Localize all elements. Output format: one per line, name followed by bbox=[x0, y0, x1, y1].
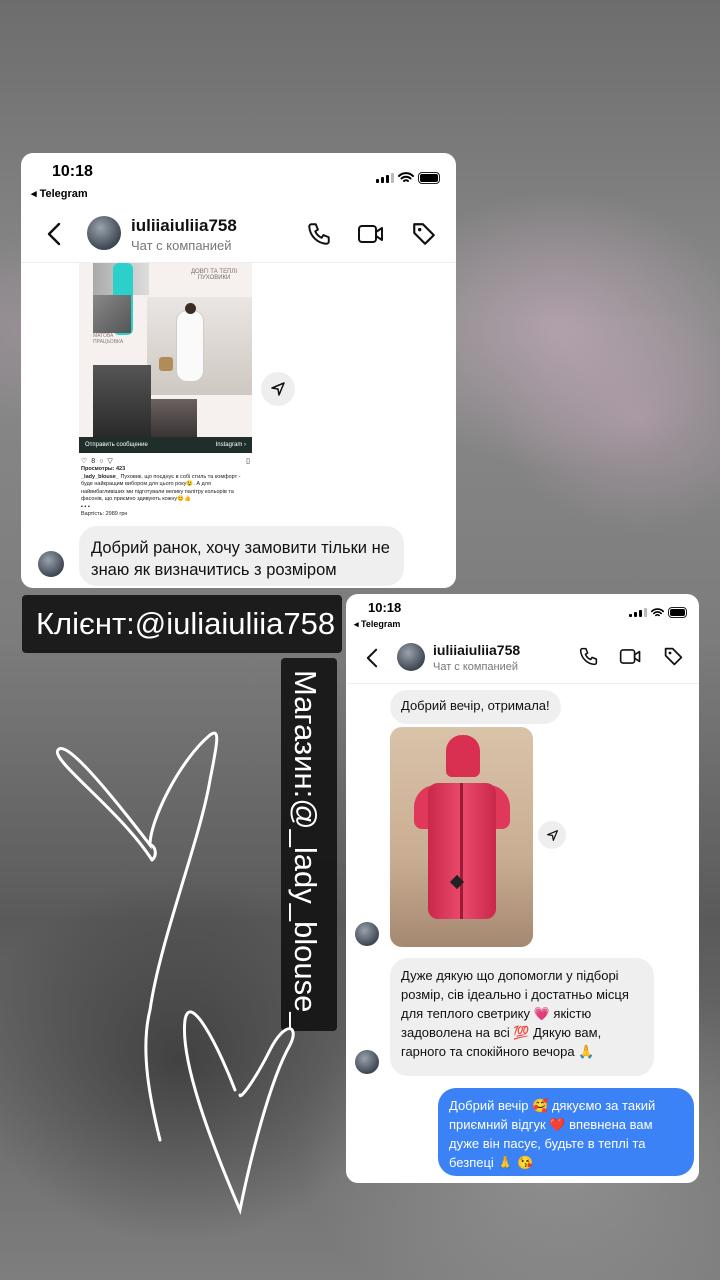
back-to-telegram-link[interactable]: ◂ Telegram bbox=[31, 187, 88, 200]
status-icons bbox=[629, 607, 687, 618]
post-tag: МАТОВА ПРАЦЬОВКА bbox=[93, 333, 124, 345]
send-bar-label: Отправить сообщение bbox=[85, 442, 148, 448]
chat-header: iuliiaiuliia758 Чат с компанией bbox=[346, 632, 699, 684]
post-photo-main bbox=[147, 297, 252, 395]
client-label: Клієнт:@iuliaiuliia758 bbox=[22, 595, 342, 653]
back-to-telegram-link[interactable]: ◂ Telegram bbox=[354, 619, 400, 630]
wifi-icon bbox=[651, 607, 664, 616]
heart-icon[interactable]: ♡ bbox=[81, 457, 87, 466]
signal-icon bbox=[629, 608, 647, 617]
contact-avatar[interactable] bbox=[87, 216, 121, 250]
post-heading: ДОВГІ ТА ТЕПЛІ ПУХОВИКИ bbox=[190, 269, 238, 281]
send-icon[interactable]: ▽ bbox=[107, 457, 112, 466]
reply-bubble: Добрий вечір 🥰 дякуємо за такий приємний… bbox=[438, 1088, 694, 1176]
chat-header: iuliiaiuliia758 Чат с компанией bbox=[21, 203, 456, 263]
message-avatar bbox=[38, 551, 64, 577]
caption-dots: ▪ ▪ ▪ bbox=[81, 503, 90, 510]
signal-icon bbox=[376, 173, 394, 183]
contact-name[interactable]: iuliiaiuliia758 bbox=[433, 642, 520, 658]
message-avatar bbox=[355, 1050, 379, 1074]
tag-icon[interactable] bbox=[663, 646, 684, 667]
video-call-icon[interactable] bbox=[619, 646, 642, 667]
likes-count: 8 bbox=[91, 458, 96, 465]
send-arrow-icon bbox=[546, 829, 558, 841]
message-avatar bbox=[355, 922, 379, 946]
message-bubble: Добрий ранок, хочу замовити тільки не зн… bbox=[79, 526, 404, 586]
battery-icon bbox=[418, 172, 440, 184]
tag-icon[interactable] bbox=[411, 221, 437, 247]
status-time: 10:18 bbox=[368, 600, 402, 615]
shared-post[interactable]: ДОВГІ ТА ТЕПЛІ ПУХОВИКИ МАТОВА ПРАЦЬОВКА… bbox=[79, 263, 252, 528]
hand-drawn-hearts-icon bbox=[56, 731, 295, 1216]
back-chevron-icon[interactable] bbox=[366, 648, 378, 668]
post-photo bbox=[93, 295, 131, 333]
battery-icon bbox=[668, 607, 687, 618]
post-photo bbox=[151, 399, 197, 437]
screenshot-shop-chat: 10:18 ◂ Telegram iuliiaiuliia758 Чат с к… bbox=[346, 594, 699, 1183]
caption-user[interactable]: _lady_blouse_ bbox=[81, 474, 119, 480]
contact-subtitle: Чат с компанией bbox=[131, 238, 232, 253]
send-bar-brand: Instagram bbox=[215, 442, 243, 448]
jacket-photo[interactable] bbox=[390, 727, 533, 947]
message-bubble: Добрий вечір, отримала! bbox=[390, 690, 561, 724]
status-icons bbox=[376, 172, 440, 184]
post-photo bbox=[93, 365, 151, 437]
wifi-icon bbox=[398, 172, 414, 182]
video-call-icon[interactable] bbox=[357, 221, 385, 247]
bookmark-icon[interactable]: ▯ bbox=[246, 457, 250, 466]
contact-avatar[interactable] bbox=[397, 643, 425, 671]
send-message-bar[interactable]: Отправить сообщение Instagram › bbox=[79, 437, 252, 453]
forward-button[interactable] bbox=[261, 372, 295, 406]
back-chevron-icon[interactable] bbox=[47, 222, 61, 246]
post-views: Просмотры: 423 bbox=[81, 466, 126, 473]
post-footer: ♡ 8 ○ ▽ ▯ Просмотры: 423 _lady_blouse_ Пух… bbox=[79, 453, 252, 528]
forward-button[interactable] bbox=[538, 821, 566, 849]
comment-icon[interactable]: ○ bbox=[99, 457, 103, 466]
phone-call-icon[interactable] bbox=[578, 646, 599, 667]
phone-call-icon[interactable] bbox=[306, 221, 332, 247]
status-time: 10:18 bbox=[52, 163, 93, 180]
contact-subtitle: Чат с компанией bbox=[433, 661, 519, 673]
message-bubble: Дуже дякую що допомогли у підборі розмір… bbox=[390, 958, 654, 1076]
contact-name[interactable]: iuliiaiuliia758 bbox=[131, 216, 237, 236]
post-price: Вартість: 2989 грн bbox=[81, 510, 128, 517]
screenshot-client-chat: 10:18 ◂ Telegram iuliiaiuliia758 Чат с к… bbox=[21, 153, 456, 588]
send-arrow-icon bbox=[271, 382, 285, 396]
